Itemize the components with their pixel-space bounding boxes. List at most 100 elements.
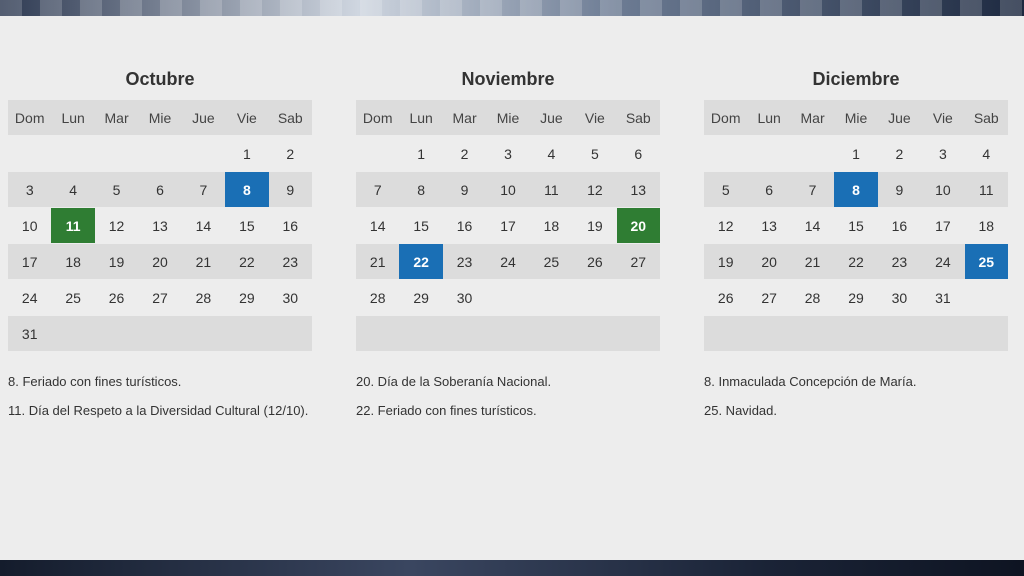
empty-day-cell: [486, 316, 530, 351]
day-cell: 1: [852, 145, 860, 162]
day-cell: 12: [717, 217, 734, 234]
day-cell: 29: [413, 289, 429, 306]
day-cell: 26: [108, 289, 125, 306]
holiday-note: 8. Feriado con fines turísticos.: [8, 374, 182, 389]
weekday-header: Sab: [964, 100, 1008, 135]
day-cell: 21: [790, 244, 835, 279]
empty-day-cell: [442, 316, 487, 351]
day-cell: 6: [634, 145, 643, 162]
day-cell: 9: [268, 172, 312, 207]
day-cell: 14: [195, 217, 212, 234]
day-cell: 7: [181, 172, 226, 207]
weekday-header: Sab: [268, 100, 312, 135]
holiday-note: 11. Día del Respeto a la Diversidad Cult…: [8, 403, 309, 418]
day-cell: 2: [895, 145, 904, 162]
day-cell: 14: [804, 217, 821, 234]
weekday-header: Mar: [94, 100, 139, 135]
top-decorative-band: [0, 0, 1024, 16]
day-cell: 24: [21, 289, 38, 306]
holiday-day-cell: 11: [51, 208, 95, 243]
weekday-header: Mie: [834, 100, 878, 135]
weekday-header: Dom: [356, 100, 400, 135]
weekday-header: Mie: [486, 100, 530, 135]
weekday-header: Mie: [138, 100, 182, 135]
day-cell: 23: [877, 244, 922, 279]
calendar-panel: Octubre Dom Lun Mar Mie Jue Vie Sab 1 2 3 4 5 6 7 8 9 10…: [0, 16, 1024, 560]
day-cell: 7: [790, 172, 835, 207]
day-cell: 19: [587, 217, 603, 234]
empty-day-cell: [964, 316, 1008, 351]
day-cell: 22: [834, 244, 878, 279]
empty-day-cell: [51, 136, 94, 171]
day-cell: 18: [543, 217, 560, 234]
day-cell: 27: [761, 289, 777, 306]
empty-day-cell: [530, 280, 573, 315]
weekday-header: Vie: [225, 100, 269, 135]
empty-day-cell: [356, 316, 400, 351]
day-cell: 20: [138, 244, 182, 279]
month-title: Octubre: [125, 69, 195, 89]
day-cell: 4: [547, 145, 556, 162]
day-cell: 22: [225, 244, 269, 279]
day-cell: 1: [242, 145, 251, 162]
day-cell: 18: [51, 244, 95, 279]
empty-day-cell: [95, 136, 138, 171]
day-cell: 15: [239, 217, 255, 234]
empty-day-cell: [225, 316, 269, 351]
holiday-note: 22. Feriado con fines turísticos.: [356, 403, 537, 418]
day-cell: 29: [848, 289, 864, 306]
day-cell: 23: [442, 244, 487, 279]
day-cell: 19: [94, 244, 139, 279]
holiday-notes: 8. Feriado con fines turísticos. 11. Día …: [8, 371, 312, 429]
empty-day-cell: [138, 136, 181, 171]
empty-day-cell: [486, 280, 529, 315]
empty-day-cell: [138, 316, 182, 351]
holiday-notes: 20. Día de la Soberanía Nacional. 22. Fer…: [356, 371, 660, 429]
month-grid: Dom Lun Mar Mie Jue Vie Sab 1 2 3 4 5 6 7 8 9 10 11 12 13 14…: [356, 100, 660, 351]
day-cell: 28: [804, 289, 821, 306]
day-cell: 5: [590, 145, 599, 162]
day-cell: 12: [108, 217, 125, 234]
day-cell: 16: [891, 217, 908, 234]
day-cell: 16: [282, 217, 299, 234]
day-cell: 24: [486, 244, 530, 279]
day-cell: 1: [417, 145, 426, 162]
day-cell: 27: [616, 244, 660, 279]
empty-day-cell: [268, 316, 312, 351]
month-title: Diciembre: [812, 69, 900, 89]
day-cell: 12: [573, 172, 617, 207]
day-cell: 31: [935, 289, 951, 306]
empty-day-cell: [965, 280, 1008, 315]
day-cell: 21: [181, 244, 226, 279]
day-cell: 28: [195, 289, 212, 306]
holiday-notes: 8. Inmaculada Concepción de María. 25. Na…: [704, 371, 1008, 429]
weekday-header: Jue: [181, 100, 226, 135]
empty-day-cell: [791, 136, 834, 171]
empty-day-cell: [94, 316, 139, 351]
holiday-note: 20. Día de la Soberanía Nacional.: [356, 374, 552, 389]
day-cell: 16: [456, 217, 473, 234]
day-cell: 25: [529, 244, 574, 279]
day-cell: 6: [138, 172, 182, 207]
day-cell: 2: [286, 145, 295, 162]
day-cell: 27: [152, 289, 168, 306]
day-cell: 5: [704, 172, 748, 207]
empty-day-cell: [529, 316, 574, 351]
month-title: Noviembre: [461, 69, 555, 89]
day-cell: 24: [921, 244, 965, 279]
empty-day-cell: [834, 316, 878, 351]
day-cell: 26: [573, 244, 617, 279]
day-cell: 5: [94, 172, 139, 207]
day-cell: 13: [152, 217, 168, 234]
month-october: Octubre Dom Lun Mar Mie Jue Vie Sab 1 2 3 4 5 6 7 8 9 10…: [8, 66, 312, 429]
empty-day-cell: [704, 316, 748, 351]
day-cell: 31: [8, 316, 52, 351]
day-cell: 9: [442, 172, 487, 207]
day-cell: 10: [21, 217, 38, 234]
weekday-header: Mar: [442, 100, 487, 135]
day-cell: 30: [282, 289, 299, 306]
empty-day-cell: [704, 136, 747, 171]
day-cell: 6: [747, 172, 791, 207]
weekday-header: Dom: [8, 100, 52, 135]
empty-day-cell: [617, 280, 660, 315]
